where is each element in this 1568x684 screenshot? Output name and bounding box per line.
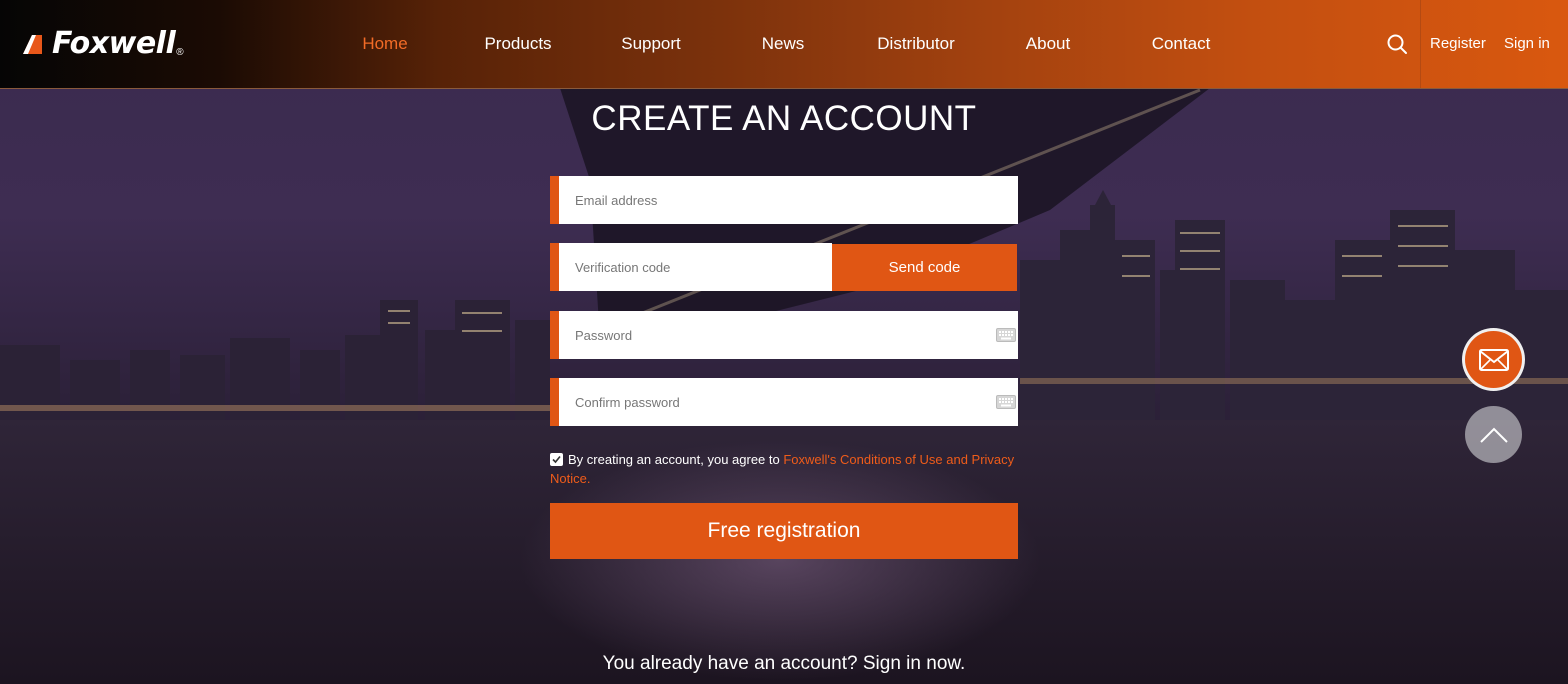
terms-checkbox[interactable] — [550, 453, 563, 466]
floating-mail-button[interactable] — [1465, 331, 1522, 388]
signin-prompt-link[interactable]: You already have an account? Sign in now… — [0, 653, 1568, 675]
free-registration-button[interactable]: Free registration — [550, 503, 1018, 559]
verification-field-wrapper — [550, 243, 832, 291]
mail-icon — [1478, 348, 1509, 371]
nav-about[interactable]: About — [1026, 34, 1070, 54]
header-divider — [1420, 0, 1421, 88]
confirm-password-input[interactable] — [573, 378, 957, 426]
page-title: CREATE AN ACCOUNT — [591, 99, 977, 138]
search-icon[interactable] — [1386, 33, 1408, 55]
send-code-button[interactable]: Send code — [832, 244, 1017, 291]
password-field-wrapper — [550, 311, 1018, 359]
foxwell-logo[interactable]: Foxwell ® — [20, 28, 184, 60]
logo-mark-icon — [23, 35, 42, 54]
nav-news[interactable]: News — [762, 34, 805, 54]
signin-link[interactable]: Sign in — [1504, 35, 1550, 52]
verification-code-input[interactable] — [573, 243, 817, 291]
keyboard-icon[interactable] — [996, 395, 1016, 409]
terms-agreement: By creating an account, you agree to Fox… — [550, 450, 1020, 488]
keyboard-icon[interactable] — [996, 328, 1016, 342]
email-input[interactable] — [573, 176, 957, 224]
nav-distributor[interactable]: Distributor — [877, 34, 954, 54]
email-field-wrapper — [550, 176, 1018, 224]
chevron-up-icon — [1479, 427, 1508, 443]
password-input[interactable] — [573, 311, 957, 359]
logo-registered-mark: ® — [176, 47, 184, 58]
nav-support[interactable]: Support — [621, 34, 681, 54]
logo-wordmark: Foxwell — [52, 26, 176, 61]
nav-home[interactable]: Home — [362, 34, 407, 54]
confirm-password-field-wrapper — [550, 378, 1018, 426]
back-to-top-button[interactable] — [1465, 406, 1522, 463]
nav-contact[interactable]: Contact — [1152, 34, 1211, 54]
register-link[interactable]: Register — [1430, 35, 1486, 52]
checkmark-icon — [552, 455, 561, 464]
site-header: Foxwell ® Home Products Support News Dis… — [0, 0, 1568, 89]
nav-products[interactable]: Products — [484, 34, 551, 54]
terms-text: By creating an account, you agree to — [568, 452, 784, 467]
